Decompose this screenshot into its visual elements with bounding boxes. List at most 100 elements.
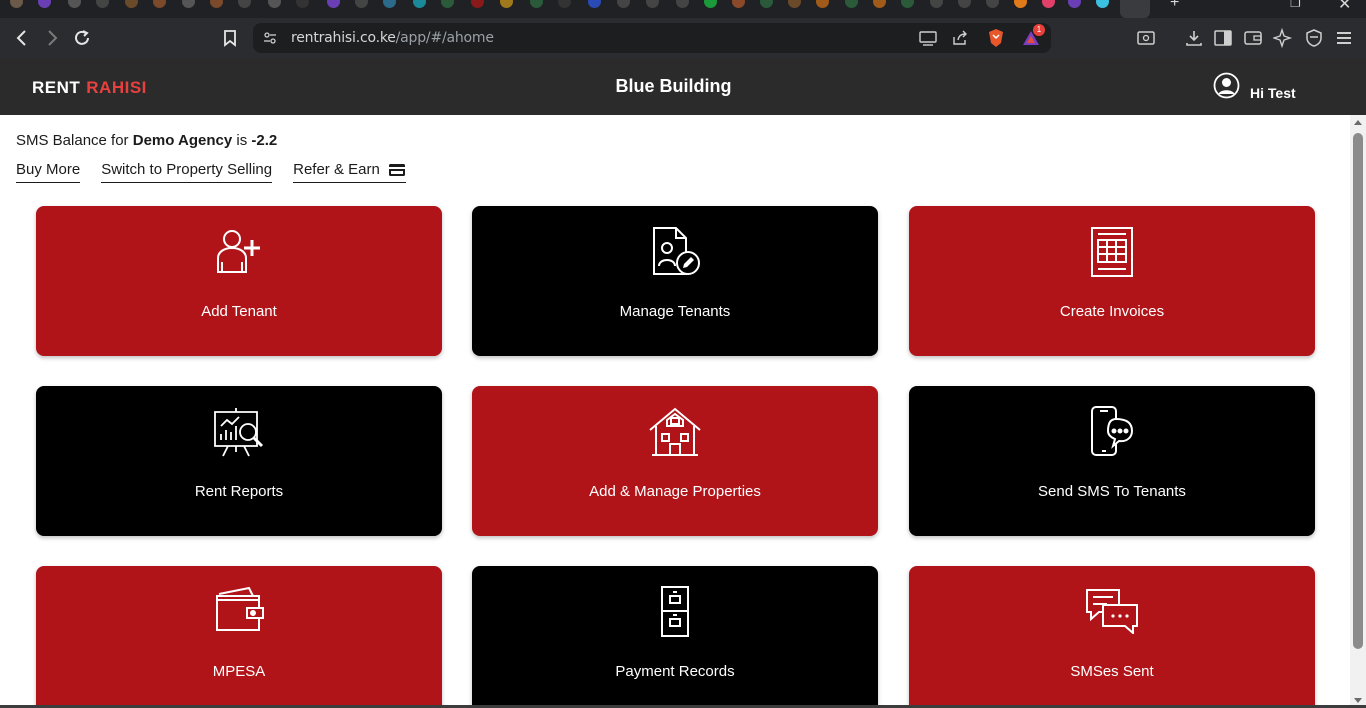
tab-favicon[interactable] — [96, 0, 109, 8]
tab-favicon[interactable] — [413, 0, 426, 8]
sidebar-button[interactable] — [1211, 26, 1235, 50]
tab-favicon[interactable] — [530, 0, 543, 8]
add-tenant-label: Add Tenant — [201, 303, 277, 320]
url-text[interactable]: rentrahisi.co.ke/app/#/ahome — [291, 30, 494, 46]
site-settings-icon[interactable] — [263, 31, 277, 45]
sidebar-icon — [1214, 30, 1232, 46]
leo-ai-button[interactable] — [1271, 26, 1295, 50]
rent-reports-label: Rent Reports — [194, 483, 284, 500]
menu-button[interactable] — [1332, 26, 1356, 50]
filing-cabinet-icon — [661, 586, 689, 637]
tab-favicon[interactable] — [153, 0, 166, 8]
reader-mode-button[interactable] — [1134, 26, 1158, 50]
close-window-icon[interactable]: ✕ — [1338, 0, 1351, 14]
tab-favicon[interactable] — [441, 0, 454, 8]
notification-badge: 1 — [1033, 24, 1045, 36]
wallet-button[interactable] — [1241, 26, 1265, 50]
tab-favicon[interactable] — [816, 0, 829, 8]
rent-reports-card[interactable]: Rent Reports — [36, 386, 442, 536]
new-tab-icon[interactable]: + — [1170, 0, 1179, 12]
tab-favicon[interactable] — [38, 0, 51, 8]
quick-links: Buy More Switch to Property Selling Refe… — [16, 161, 427, 183]
payment-records-label: Payment Records — [615, 663, 735, 680]
buy-more-link[interactable]: Buy More — [16, 161, 81, 183]
tab-favicon[interactable] — [1068, 0, 1081, 8]
tab-favicon[interactable] — [182, 0, 195, 8]
tab-favicon[interactable] — [676, 0, 689, 8]
tab-favicon[interactable] — [1014, 0, 1027, 8]
add-tenant-card[interactable]: Add Tenant — [36, 206, 442, 356]
mpesa-card[interactable]: MPESA — [36, 566, 442, 708]
tab-favicon[interactable] — [268, 0, 281, 8]
add-manage-properties-card[interactable]: Add & Manage Properties — [472, 386, 878, 536]
tab-favicon[interactable] — [10, 0, 23, 8]
refer-earn-link[interactable]: Refer & Earn — [293, 161, 406, 183]
sms-balance-connector: is — [236, 132, 248, 149]
tab-favicon[interactable] — [958, 0, 971, 8]
reload-button[interactable] — [70, 26, 94, 50]
tab-favicon[interactable] — [500, 0, 513, 8]
tab-favicon[interactable] — [558, 0, 571, 8]
tab-favicon[interactable] — [1042, 0, 1055, 8]
cast-icon[interactable] — [919, 30, 937, 46]
sms-balance: SMS Balance for Demo Agency is -2.2 — [16, 132, 277, 149]
url-host: rentrahisi.co.ke — [291, 30, 396, 46]
send-sms-card[interactable]: Send SMS To Tenants — [909, 386, 1315, 536]
tab-favicon[interactable] — [471, 0, 484, 8]
tab-favicon[interactable] — [383, 0, 396, 8]
forward-button[interactable] — [40, 26, 64, 50]
share-icon[interactable] — [951, 29, 969, 47]
sms-balance-value: -2.2 — [251, 132, 278, 149]
tab-favicon[interactable] — [1096, 0, 1109, 8]
tab-favicon[interactable] — [930, 0, 943, 8]
scroll-up-arrow-icon[interactable] — [1354, 120, 1362, 125]
scrollbar-thumb[interactable] — [1353, 133, 1363, 649]
tab-favicon[interactable] — [901, 0, 914, 8]
tab-favicon[interactable] — [986, 0, 999, 8]
tab-favicon[interactable] — [355, 0, 368, 8]
scroll-down-arrow-icon[interactable] — [1354, 698, 1362, 703]
hamburger-menu-icon — [1337, 32, 1351, 44]
manage-tenants-label: Manage Tenants — [619, 303, 731, 320]
switch-property-selling-link[interactable]: Switch to Property Selling — [101, 161, 273, 183]
tab-favicon[interactable] — [873, 0, 886, 8]
mpesa-label: MPESA — [212, 663, 266, 680]
address-bar[interactable]: rentrahisi.co.ke/app/#/ahome 1 — [253, 23, 1051, 53]
tab-favicon[interactable] — [617, 0, 630, 8]
tab-favicon[interactable] — [788, 0, 801, 8]
restore-window-icon[interactable]: ❐ — [1290, 0, 1301, 10]
reload-icon — [75, 30, 89, 45]
tab-favicon[interactable] — [760, 0, 773, 8]
tab-favicon[interactable] — [327, 0, 340, 8]
payment-records-card[interactable]: Payment Records — [472, 566, 878, 708]
invoice-sheet-icon — [1091, 227, 1133, 277]
user-greeting: Hi Test — [1250, 85, 1296, 101]
smses-sent-card[interactable]: SMSes Sent — [909, 566, 1315, 708]
wallet-icon — [216, 586, 264, 631]
tab-favicon[interactable] — [646, 0, 659, 8]
send-sms-label: Send SMS To Tenants — [1038, 483, 1186, 500]
page-scrollbar[interactable] — [1350, 115, 1366, 708]
manage-tenants-card[interactable]: Manage Tenants — [472, 206, 878, 356]
vpn-button[interactable] — [1302, 26, 1326, 50]
tab-favicon[interactable] — [845, 0, 858, 8]
tab-favicon[interactable] — [732, 0, 745, 8]
tab-favicon[interactable] — [238, 0, 251, 8]
user-menu[interactable]: Hi Test — [1213, 72, 1296, 101]
bookmark-icon — [224, 30, 236, 47]
tab-favicon[interactable] — [210, 0, 223, 8]
forward-arrow-icon — [48, 30, 58, 46]
create-invoices-card[interactable]: Create Invoices — [909, 206, 1315, 356]
downloads-button[interactable] — [1182, 26, 1206, 50]
main-content: SMS Balance for Demo Agency is -2.2 Buy … — [0, 115, 1350, 708]
bookmark-button[interactable] — [218, 26, 242, 50]
brave-shield-icon[interactable] — [987, 28, 1005, 48]
tab-favicon[interactable] — [68, 0, 81, 8]
tab-favicon[interactable] — [125, 0, 138, 8]
active-tab[interactable] — [1120, 0, 1150, 18]
tab-favicon[interactable] — [588, 0, 601, 8]
back-button[interactable] — [10, 26, 34, 50]
sms-balance-prefix: SMS Balance for — [16, 132, 129, 149]
tab-favicon[interactable] — [296, 0, 309, 8]
tab-favicon[interactable] — [704, 0, 717, 8]
